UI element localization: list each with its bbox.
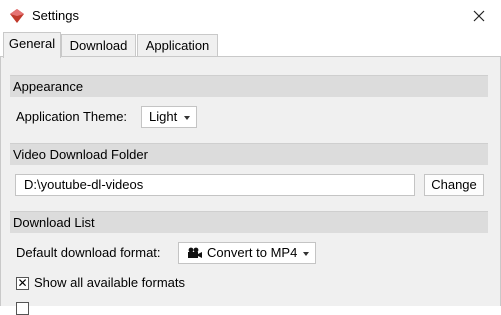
- tab-download[interactable]: Download: [61, 34, 136, 57]
- change-folder-button[interactable]: Change: [424, 174, 484, 196]
- app-logo-icon: [10, 9, 24, 23]
- download-folder-input[interactable]: D:\youtube-dl-videos: [15, 174, 415, 196]
- chevron-down-icon: [303, 252, 309, 256]
- section-download-folder-header: Video Download Folder: [10, 143, 488, 165]
- section-appearance-header: Appearance: [10, 75, 488, 97]
- format-value: Convert to MP4: [207, 245, 298, 260]
- theme-dropdown[interactable]: Light: [141, 106, 197, 128]
- tab-general[interactable]: General: [3, 32, 61, 58]
- video-camera-icon: [188, 247, 202, 258]
- option-checkbox[interactable]: [16, 302, 29, 315]
- chevron-down-icon: [184, 116, 190, 120]
- tab-application[interactable]: Application: [137, 34, 218, 57]
- show-formats-label: Show all available formats: [34, 275, 186, 290]
- show-formats-checkbox[interactable]: ✕: [16, 277, 29, 290]
- title-bar: Settings: [0, 0, 501, 32]
- theme-label: Application Theme:: [16, 109, 128, 124]
- close-button[interactable]: [457, 0, 501, 32]
- close-icon: [473, 10, 485, 22]
- window-title: Settings: [32, 8, 79, 23]
- section-download-list-header: Download List: [10, 211, 488, 233]
- format-label: Default download format:: [16, 245, 161, 260]
- format-dropdown[interactable]: Convert to MP4: [178, 242, 316, 264]
- theme-value: Light: [149, 109, 178, 124]
